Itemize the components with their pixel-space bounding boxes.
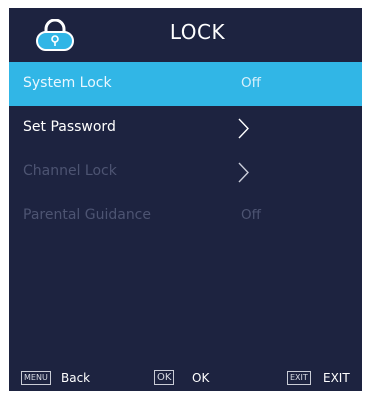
menu-item-channel-lock[interactable]: Channel Lock [9, 150, 362, 194]
chevron-right-icon [238, 118, 249, 139]
page-title: LOCK [169, 20, 226, 44]
menu-item-label: Channel Lock [23, 163, 117, 179]
menu-item-label: System Lock [23, 75, 112, 91]
lock-menu-panel: LOCK System Lock Off Set Password Channe… [9, 8, 362, 391]
menu-item-system-lock[interactable]: System Lock Off [9, 62, 362, 106]
menu-item-set-password[interactable]: Set Password [9, 106, 362, 150]
menu-item-parental-guidance[interactable]: Parental Guidance Off [9, 194, 362, 238]
menu-header: LOCK [9, 8, 362, 60]
chevron-right-icon [238, 162, 249, 183]
exit-key-icon: EXIT [287, 371, 311, 385]
ok-hint[interactable]: OK [192, 370, 209, 386]
lock-menu-list: System Lock Off Set Password Channel Loc… [9, 62, 362, 238]
menu-item-value: Off [241, 207, 261, 223]
footer-hints: MENU Back OK OK EXIT EXIT [9, 370, 362, 388]
exit-hint[interactable]: EXIT [323, 370, 350, 386]
menu-item-value: Off [241, 75, 261, 91]
ok-key-icon: OK [154, 370, 175, 385]
menu-item-label: Set Password [23, 119, 116, 135]
back-hint[interactable]: Back [61, 370, 90, 386]
menu-key-icon: MENU [21, 371, 51, 385]
menu-item-label: Parental Guidance [23, 207, 151, 223]
